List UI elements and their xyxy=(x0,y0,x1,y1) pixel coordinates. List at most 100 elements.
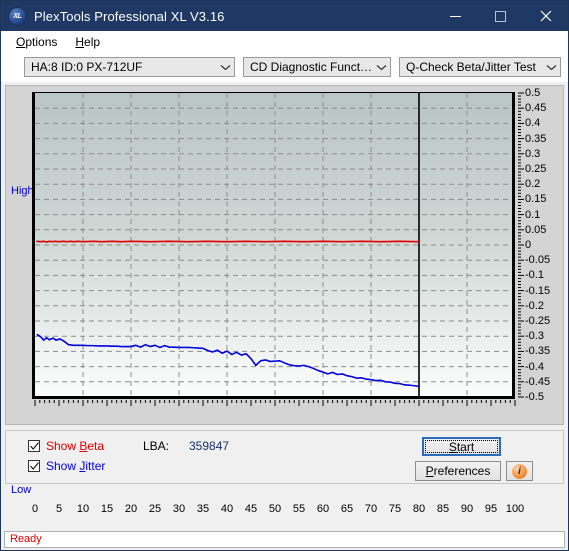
chevron-down-icon xyxy=(543,58,560,76)
show-beta-row[interactable]: Show Beta xyxy=(28,439,104,453)
x-tick-label: 95 xyxy=(484,503,498,515)
x-tick-label: 45 xyxy=(244,503,258,515)
y-tick-label: -0.15 xyxy=(525,284,551,297)
y-tick-label: -0.3 xyxy=(525,330,544,343)
y-tick-label: -0.1 xyxy=(525,269,544,282)
chevron-down-icon xyxy=(217,58,234,76)
y-tick-label: 0.25 xyxy=(525,163,547,175)
chart-svg xyxy=(35,93,512,396)
logo-text: XL xyxy=(13,12,22,20)
show-jitter-pre: Show xyxy=(46,459,80,473)
y-axis-tick-marks xyxy=(518,92,524,398)
application-window: XL PlexTools Professional XL V3.16 Optio… xyxy=(0,0,569,551)
x-tick-label: 65 xyxy=(340,503,354,515)
show-jitter-checkbox[interactable] xyxy=(28,460,40,472)
drive-select[interactable]: HA:8 ID:0 PX-712UF xyxy=(24,57,235,77)
x-tick-label: 0 xyxy=(31,503,39,515)
y-tick-label: -0.5 xyxy=(525,391,544,403)
x-tick-label: 10 xyxy=(76,503,90,515)
x-tick-label: 30 xyxy=(172,503,186,515)
function-select[interactable]: CD Diagnostic Functions xyxy=(243,57,391,77)
lba-value: 359847 xyxy=(189,439,230,453)
x-tick-label: 25 xyxy=(148,503,162,515)
main-panel: High Low 0.5 0.45 0.4 0.35 0.3 0.25 0.2 0.15 0.1… xyxy=(1,82,568,530)
y-tick-label: 0.1 xyxy=(525,208,541,221)
x-tick-label: 35 xyxy=(196,503,210,515)
menu-options[interactable]: Options xyxy=(7,33,66,51)
menu-options-accel: O xyxy=(16,34,26,49)
close-button[interactable] xyxy=(523,1,568,31)
info-icon: i xyxy=(512,463,527,479)
axis-label-low: Low xyxy=(11,484,32,496)
y-tick-label: 0.2 xyxy=(525,178,541,191)
show-jitter-label: Show Jitter xyxy=(46,459,105,473)
show-jitter-row[interactable]: Show Jitter xyxy=(28,459,105,473)
start-button[interactable]: Start xyxy=(422,437,501,456)
preferences-button-label: Preferences xyxy=(426,464,491,478)
y-tick-label: 0.15 xyxy=(525,193,547,206)
y-tick-label: -0.25 xyxy=(525,315,551,327)
plot-inner xyxy=(35,93,512,396)
test-select-value: Q-Check Beta/Jitter Test xyxy=(406,60,536,74)
y-tick-label: 0.05 xyxy=(525,223,547,236)
chevron-down-icon xyxy=(373,58,390,76)
chart-panel: High Low 0.5 0.45 0.4 0.35 0.3 0.25 0.2 0.15 0.1… xyxy=(5,85,564,515)
x-tick-label: 85 xyxy=(436,503,450,515)
menu-help-label: elp xyxy=(84,34,101,49)
preferences-button[interactable]: Preferences xyxy=(415,461,501,481)
x-tick-label: 40 xyxy=(220,503,234,515)
test-select[interactable]: Q-Check Beta/Jitter Test xyxy=(399,57,561,77)
maximize-button[interactable] xyxy=(478,1,523,31)
toolbar: HA:8 ID:0 PX-712UF CD Diagnostic Functio… xyxy=(1,52,568,82)
x-tick-label: 55 xyxy=(292,503,306,515)
info-icon-glyph: i xyxy=(518,465,521,477)
plextools-logo-icon: XL xyxy=(9,7,26,25)
x-tick-label: 60 xyxy=(316,503,330,515)
y-tick-label: 0.35 xyxy=(525,132,547,145)
window-buttons xyxy=(433,1,568,31)
y-tick-label: -0.45 xyxy=(525,375,551,388)
x-axis-tick-marks xyxy=(34,400,516,406)
focus-indicator xyxy=(425,440,498,453)
y-tick-label: -0.35 xyxy=(525,345,551,358)
drive-select-value: HA:8 ID:0 PX-712UF xyxy=(31,60,143,74)
show-beta-checkbox[interactable] xyxy=(28,440,40,452)
x-tick-label: 15 xyxy=(100,503,114,515)
y-tick-label: 0.3 xyxy=(525,147,541,160)
show-beta-label: Show Beta xyxy=(46,439,104,453)
prefs-post: references xyxy=(433,464,491,478)
info-button[interactable]: i xyxy=(506,461,533,481)
y-tick-label: -0.2 xyxy=(525,299,544,312)
plot-area xyxy=(32,92,515,399)
y-tick-label: -0.05 xyxy=(525,254,551,267)
x-tick-label: 70 xyxy=(364,503,378,515)
show-beta-post: eta xyxy=(87,439,105,453)
prefs-accel: P xyxy=(425,464,434,478)
title-bar: XL PlexTools Professional XL V3.16 xyxy=(1,1,568,31)
menu-help[interactable]: Help xyxy=(66,33,109,51)
x-tick-label: 75 xyxy=(388,503,402,515)
function-select-value: CD Diagnostic Functions xyxy=(250,60,373,74)
y-tick-label: -0.4 xyxy=(525,360,544,373)
status-text: Ready xyxy=(4,530,565,548)
x-tick-label: 90 xyxy=(460,503,474,515)
status-bar: Ready xyxy=(1,530,568,550)
x-tick-label: 100 xyxy=(505,503,525,515)
menu-help-accel: H xyxy=(75,34,85,49)
menu-options-label: ptions xyxy=(25,34,58,49)
x-tick-label: 50 xyxy=(268,503,282,515)
minimize-button[interactable] xyxy=(433,1,478,31)
y-tick-label: 0.45 xyxy=(525,102,547,115)
y-tick-label: 0.4 xyxy=(525,117,541,130)
x-tick-label: 5 xyxy=(55,503,63,515)
y-tick-label: 0.5 xyxy=(525,87,541,99)
menu-bar: Options Help xyxy=(1,31,568,52)
show-beta-pre: Show xyxy=(46,439,80,453)
lba-label: LBA: xyxy=(143,439,170,453)
window-title: PlexTools Professional XL V3.16 xyxy=(34,8,225,24)
show-jitter-post: itter xyxy=(85,459,106,473)
x-tick-label: 20 xyxy=(124,503,138,515)
controls-panel: Show Beta Show Jitter LBA: 359847 Start … xyxy=(5,430,564,484)
axis-label-high: High xyxy=(11,185,34,197)
x-tick-label: 80 xyxy=(412,503,426,515)
